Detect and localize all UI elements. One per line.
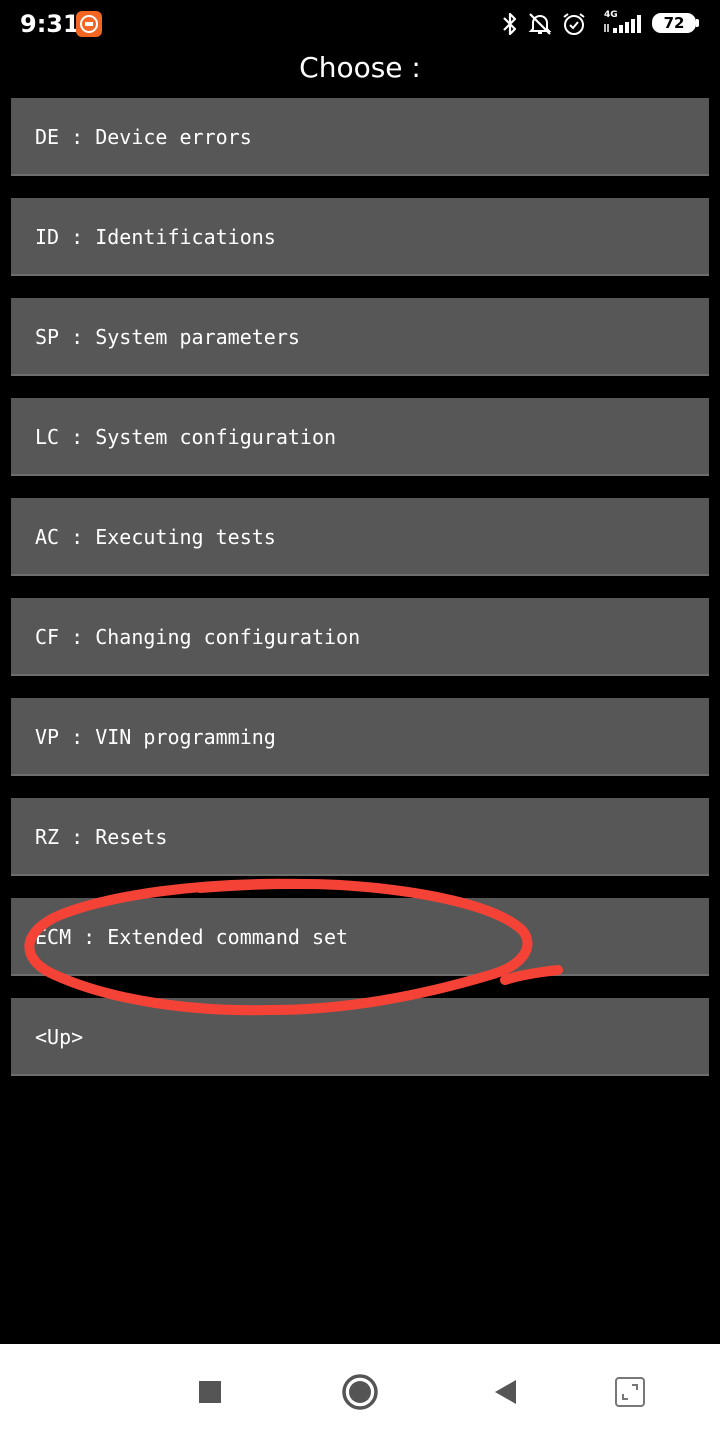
back-triangle-icon[interactable] bbox=[494, 1379, 518, 1405]
menu-item-id[interactable]: ID : Identifications bbox=[11, 198, 709, 276]
navigation-bar bbox=[0, 1344, 720, 1440]
menu-item-vp[interactable]: VP : VIN programming bbox=[11, 698, 709, 776]
menu-item-lc[interactable]: LC : System configuration bbox=[11, 398, 709, 476]
signal-icon bbox=[604, 15, 641, 33]
menu-item-cf[interactable]: CF : Changing configuration bbox=[11, 598, 709, 676]
menu-item-ecm[interactable]: ECM : Extended command set bbox=[11, 898, 709, 976]
page-title: Choose : bbox=[299, 51, 421, 84]
home-circle-icon[interactable] bbox=[341, 1373, 379, 1411]
status-time: 9:31 bbox=[20, 10, 80, 38]
app-notification-icon bbox=[76, 11, 102, 37]
menu-item-sp[interactable]: SP : System parameters bbox=[11, 298, 709, 376]
recents-square-icon[interactable] bbox=[198, 1380, 222, 1404]
menu-item-de[interactable]: DE : Device errors bbox=[11, 98, 709, 176]
menu-item-rz[interactable]: RZ : Resets bbox=[11, 798, 709, 876]
alarm-icon bbox=[563, 13, 585, 35]
menu-item-up[interactable]: <Up> bbox=[11, 998, 709, 1076]
status-bar: 9:31 4G 72 bbox=[0, 0, 720, 48]
battery-tip bbox=[696, 19, 699, 27]
screen-rotate-icon[interactable] bbox=[614, 1376, 646, 1408]
silent-icon bbox=[528, 13, 552, 35]
bluetooth-icon bbox=[503, 12, 517, 36]
battery-level: 72 bbox=[663, 14, 685, 32]
menu-item-ac[interactable]: AC : Executing tests bbox=[11, 498, 709, 576]
